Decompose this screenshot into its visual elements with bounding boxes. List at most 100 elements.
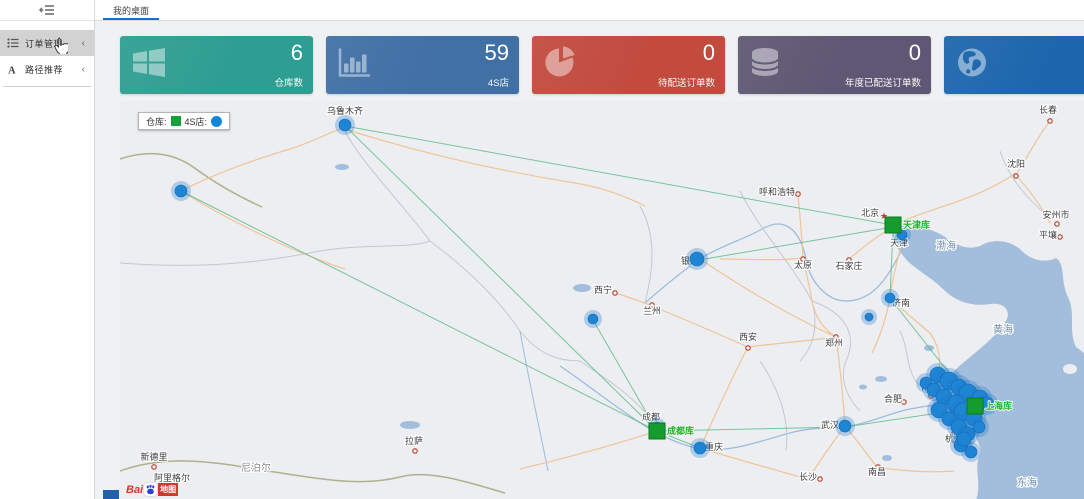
legend-warehouse-label: 仓库: <box>146 115 167 128</box>
stat-cards-row: 6 仓库数 59 4S店 <box>120 36 1084 94</box>
app-window: 订单管理 ‹ A 路径推荐 ‹ 我的桌面 <box>0 0 1084 499</box>
store-marker[interactable] <box>973 421 985 433</box>
city-label: 长沙 <box>799 471 817 482</box>
pie-chart-icon <box>543 46 577 85</box>
map-land <box>120 101 1084 499</box>
store-marker[interactable] <box>839 420 851 432</box>
stat-label: 年度已配送订单数 <box>845 75 921 89</box>
warehouse-marker[interactable] <box>649 423 665 439</box>
city-dot <box>1058 235 1062 239</box>
city-label: 兰州 <box>643 305 661 316</box>
stat-card-warehouse-count[interactable]: 6 仓库数 <box>120 36 313 94</box>
tab-label: 我的桌面 <box>113 6 149 16</box>
city-label: 呼和浩特 <box>759 186 795 197</box>
map-canvas: 乌鲁木齐呼和浩特长春沈阳★北京天津石家庄太原银川济南西宁兰州西安郑州合肥南京武汉… <box>120 101 1084 499</box>
stat-value: 6 <box>291 41 303 65</box>
stat-value: 0 <box>909 41 921 65</box>
city-label: 黄海 <box>993 323 1013 336</box>
stat-card-pending-delivery-orders[interactable]: 0 待配送订单数 <box>532 36 725 94</box>
city-label: 平壤 <box>1039 229 1057 240</box>
city-label: 东海 <box>1017 476 1037 489</box>
collapse-sidebar-icon[interactable] <box>38 3 56 17</box>
stat-card-annual-extra[interactable]: 年度已配 <box>944 36 1084 94</box>
store-marker[interactable] <box>690 252 704 266</box>
store-legend-swatch <box>211 116 222 127</box>
city-label: 合肥 <box>884 393 902 404</box>
database-icon <box>749 47 781 84</box>
bottom-left-chip <box>103 490 119 499</box>
store-marker[interactable] <box>885 293 895 303</box>
baidu-paw-icon <box>144 483 157 496</box>
store-marker[interactable] <box>588 314 598 324</box>
city-label: 石家庄 <box>835 260 862 271</box>
sidebar-menu: 订单管理 ‹ A 路径推荐 ‹ <box>0 30 94 87</box>
city-label: 南昌 <box>868 466 886 477</box>
city-label: 西安 <box>739 331 757 342</box>
store-marker[interactable] <box>339 119 351 131</box>
city-dot <box>413 449 417 453</box>
city-dot <box>902 400 906 404</box>
city-label: 乌鲁木齐 <box>327 105 363 116</box>
store-marker[interactable] <box>694 442 706 454</box>
sidebar-item-route-recommendation[interactable]: A 路径推荐 ‹ <box>0 56 94 82</box>
store-marker[interactable] <box>865 313 873 321</box>
dashboard-content: 6 仓库数 59 4S店 <box>95 21 1084 499</box>
warehouse-label: 成都库 <box>667 425 694 436</box>
sidebar: 订单管理 ‹ A 路径推荐 ‹ <box>0 0 95 499</box>
baidu-logo[interactable]: Bai 地图 <box>126 483 178 496</box>
city-dot <box>1048 119 1052 123</box>
city-dot <box>796 192 800 196</box>
city-label: 沈阳 <box>1007 158 1025 169</box>
sidebar-item-label: 订单管理 <box>25 37 82 50</box>
city-label: 安州市 <box>1042 209 1069 220</box>
warehouse-legend-swatch <box>171 116 181 126</box>
map-legend: 仓库: 4S店: <box>138 112 230 130</box>
city-dot <box>1055 222 1059 226</box>
legend-store-label: 4S店: <box>185 115 208 128</box>
city-label: 北京 <box>861 207 879 218</box>
warehouse-label: 天津库 <box>903 219 930 230</box>
bar-chart-icon <box>337 47 373 84</box>
main-area: 我的桌面 6 仓库数 <box>95 0 1084 499</box>
tab-bar: 我的桌面 <box>95 0 1084 21</box>
stat-card-4s-stores[interactable]: 59 4S店 <box>326 36 519 94</box>
city-label: 郑州 <box>825 337 843 348</box>
city-dot <box>818 477 822 481</box>
city-label: 尼泊尔 <box>241 461 271 474</box>
city-dot <box>613 291 617 295</box>
svg-text:A: A <box>8 65 16 75</box>
baidu-brand-text: Bai <box>126 484 143 496</box>
warehouse-marker[interactable] <box>885 217 901 233</box>
city-label: 太原 <box>794 259 812 270</box>
stat-value: 0 <box>703 41 715 65</box>
stat-label: 待配送订单数 <box>658 75 715 89</box>
city-dot <box>746 346 750 350</box>
city-label: 渤海 <box>936 239 956 252</box>
city-dot <box>152 465 156 469</box>
list-icon <box>7 38 21 48</box>
map-container[interactable]: 乌鲁木齐呼和浩特长春沈阳★北京天津石家庄太原银川济南西宁兰州西安郑州合肥南京武汉… <box>120 101 1084 499</box>
stat-label: 4S店 <box>488 75 509 89</box>
warehouse-label: 上海库 <box>985 400 1012 411</box>
chevron-left-icon: ‹ <box>82 64 85 75</box>
store-marker[interactable] <box>175 185 187 197</box>
city-label: 长春 <box>1039 104 1057 115</box>
city-label: 阿里格尔 <box>154 472 190 483</box>
stat-label: 仓库数 <box>274 75 303 89</box>
city-label: 西宁 <box>594 284 612 295</box>
store-marker[interactable] <box>957 432 971 446</box>
tab-my-desktop[interactable]: 我的桌面 <box>103 0 159 20</box>
city-dot <box>1014 174 1018 178</box>
baidu-map-text: 地图 <box>158 483 178 496</box>
chevron-left-icon: ‹ <box>82 38 85 49</box>
sidebar-divider <box>3 86 91 87</box>
sidebar-item-label: 路径推荐 <box>25 63 82 76</box>
stat-value: 59 <box>485 41 509 65</box>
warehouse-marker[interactable] <box>967 398 983 414</box>
sidebar-item-order-management[interactable]: 订单管理 ‹ <box>0 30 94 56</box>
city-label: 拉萨 <box>405 435 423 446</box>
windows-icon <box>131 47 167 84</box>
globe-icon <box>955 46 989 85</box>
stat-card-annual-delivered-orders[interactable]: 0 年度已配送订单数 <box>738 36 931 94</box>
sidebar-header <box>0 0 94 21</box>
